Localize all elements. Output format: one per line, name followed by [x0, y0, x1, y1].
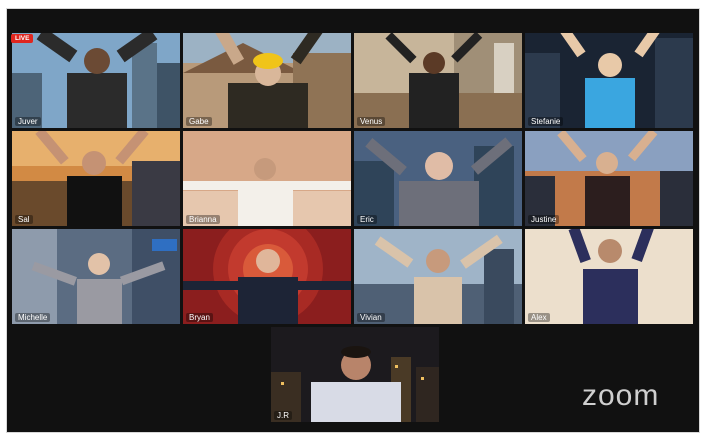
participant-tile-bryan[interactable]: Bryan	[183, 229, 351, 324]
video-feed	[183, 33, 351, 128]
participant-name: Alex	[528, 313, 550, 322]
video-feed	[525, 33, 693, 128]
participant-tile-gabe[interactable]: Gabe	[183, 33, 351, 128]
video-feed	[12, 131, 180, 226]
participant-tile-stefanie[interactable]: Stefanie	[525, 33, 693, 128]
participant-tile-jr[interactable]: J.R	[271, 327, 439, 422]
participant-tile-michelle[interactable]: Michelle	[12, 229, 180, 324]
participant-tile-vivian[interactable]: Vivian	[354, 229, 522, 324]
participant-name: Vivian	[357, 313, 385, 322]
participant-name: Bryan	[186, 313, 213, 322]
participant-tile-eric-active-speaker[interactable]: Eric	[354, 131, 522, 226]
participant-name: Brianna	[186, 215, 220, 224]
participant-tile-brianna[interactable]: Brianna	[183, 131, 351, 226]
participant-tile-justine[interactable]: Justine	[525, 131, 693, 226]
participant-name: Gabe	[186, 117, 212, 126]
participant-name: Michelle	[15, 313, 51, 322]
participant-name: Juver	[15, 117, 41, 126]
video-feed	[271, 327, 439, 422]
participant-name: Eric	[357, 215, 377, 224]
video-feed	[525, 229, 693, 324]
participant-name: Justine	[528, 215, 560, 224]
video-feed	[525, 131, 693, 226]
video-feed	[183, 131, 351, 226]
participant-name: J.R	[274, 411, 292, 420]
participant-tile-sal[interactable]: Sal	[12, 131, 180, 226]
participant-name: Stefanie	[528, 117, 564, 126]
video-feed	[183, 229, 351, 324]
participant-tile-venus[interactable]: Venus	[354, 33, 522, 128]
participant-name: Sal	[15, 215, 33, 224]
video-feed	[354, 131, 522, 226]
participant-tile-juver[interactable]: Juver	[12, 33, 180, 128]
participant-name: Venus	[357, 117, 386, 126]
live-badge: LIVE	[11, 34, 34, 43]
video-feed	[354, 229, 522, 324]
video-feed	[12, 33, 180, 128]
zoom-logo: zoom	[582, 379, 660, 412]
video-feed	[12, 229, 180, 324]
participant-tile-alex[interactable]: Alex	[525, 229, 693, 324]
zoom-gallery-view: Juver Gabe Venus Stefanie Sal Brianna Er…	[6, 8, 700, 433]
video-feed	[354, 33, 522, 128]
